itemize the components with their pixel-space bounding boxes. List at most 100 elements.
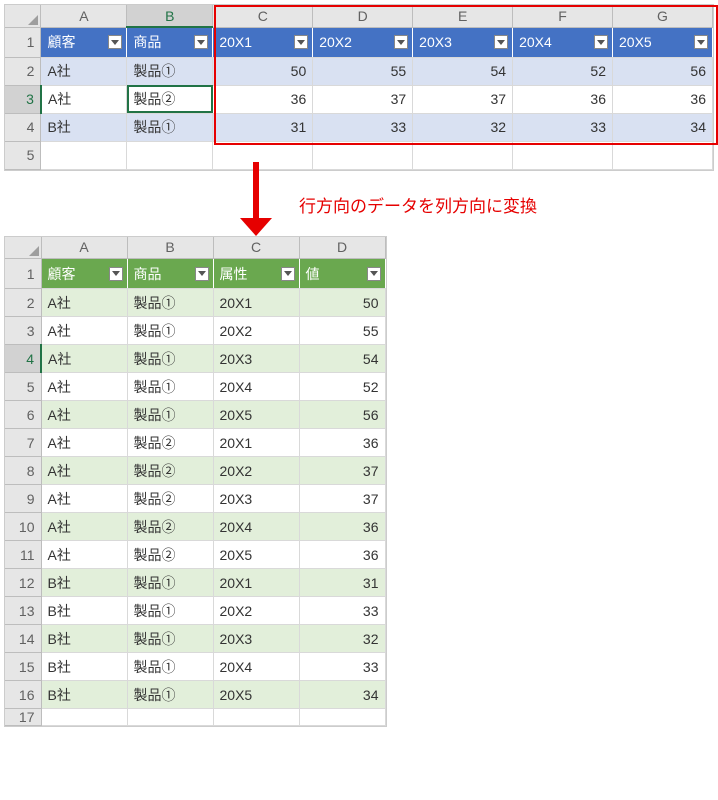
select-all-corner[interactable]: [5, 5, 41, 27]
cell[interactable]: 50: [299, 289, 385, 317]
cell[interactable]: 55: [313, 57, 413, 85]
select-all-corner[interactable]: [5, 237, 41, 259]
cell[interactable]: [213, 141, 313, 169]
cell[interactable]: 36: [299, 429, 385, 457]
cell[interactable]: B社: [41, 113, 127, 141]
filter-dropdown-icon[interactable]: [694, 35, 708, 49]
cell[interactable]: A社: [41, 345, 127, 373]
cell[interactable]: A社: [41, 541, 127, 569]
cell[interactable]: [513, 141, 613, 169]
filter-dropdown-icon[interactable]: [494, 35, 508, 49]
table-header-4[interactable]: 20X3: [413, 27, 513, 57]
cell[interactable]: 52: [513, 57, 613, 85]
cell[interactable]: 製品①: [127, 345, 213, 373]
cell[interactable]: [41, 141, 127, 169]
row-header-12[interactable]: 12: [5, 569, 41, 597]
cell[interactable]: 製品①: [127, 653, 213, 681]
filter-dropdown-icon[interactable]: [194, 35, 208, 49]
cell[interactable]: [127, 141, 213, 169]
cell[interactable]: 32: [299, 625, 385, 653]
cell[interactable]: A社: [41, 429, 127, 457]
cell[interactable]: 製品①: [127, 113, 213, 141]
cell[interactable]: 製品①: [127, 401, 213, 429]
col-header-D[interactable]: D: [313, 5, 413, 27]
cell[interactable]: 56: [613, 57, 713, 85]
cell[interactable]: 20X5: [213, 541, 299, 569]
row-header-14[interactable]: 14: [5, 625, 41, 653]
cell[interactable]: A社: [41, 57, 127, 85]
cell[interactable]: 製品②: [127, 457, 213, 485]
table-header-0[interactable]: 顧客: [41, 259, 127, 289]
cell[interactable]: [127, 709, 213, 726]
cell[interactable]: [313, 141, 413, 169]
cell[interactable]: 製品①: [127, 625, 213, 653]
col-header-G[interactable]: G: [613, 5, 713, 27]
row-header-9[interactable]: 9: [5, 485, 41, 513]
cell[interactable]: 製品①: [127, 681, 213, 709]
cell[interactable]: 製品②: [127, 429, 213, 457]
cell[interactable]: 54: [299, 345, 385, 373]
cell[interactable]: [213, 709, 299, 726]
cell[interactable]: 34: [299, 681, 385, 709]
cell[interactable]: 製品②: [127, 85, 213, 113]
row-header-1[interactable]: 1: [5, 27, 41, 57]
cell[interactable]: 20X3: [213, 345, 299, 373]
cell[interactable]: 36: [613, 85, 713, 113]
cell[interactable]: 31: [299, 569, 385, 597]
cell[interactable]: 56: [299, 401, 385, 429]
cell[interactable]: B社: [41, 681, 127, 709]
cell[interactable]: [413, 141, 513, 169]
cell[interactable]: 33: [299, 653, 385, 681]
cell[interactable]: 37: [299, 457, 385, 485]
cell[interactable]: B社: [41, 569, 127, 597]
cell[interactable]: A社: [41, 85, 127, 113]
cell[interactable]: 製品①: [127, 569, 213, 597]
table-header-5[interactable]: 20X4: [513, 27, 613, 57]
cell[interactable]: 20X4: [213, 653, 299, 681]
cell[interactable]: A社: [41, 485, 127, 513]
col-header-B[interactable]: B: [127, 237, 213, 259]
cell[interactable]: 20X2: [213, 317, 299, 345]
cell[interactable]: [41, 709, 127, 726]
top-spreadsheet[interactable]: ABCDEFG1顧客商品20X120X220X320X420X52A社製品①50…: [4, 4, 714, 171]
cell[interactable]: 製品①: [127, 289, 213, 317]
row-header-15[interactable]: 15: [5, 653, 41, 681]
cell[interactable]: 製品①: [127, 57, 213, 85]
cell[interactable]: 36: [299, 541, 385, 569]
cell[interactable]: 55: [299, 317, 385, 345]
cell[interactable]: 33: [313, 113, 413, 141]
cell[interactable]: 20X2: [213, 457, 299, 485]
filter-dropdown-icon[interactable]: [594, 35, 608, 49]
col-header-B[interactable]: B: [127, 5, 213, 27]
cell[interactable]: B社: [41, 597, 127, 625]
col-header-A[interactable]: A: [41, 5, 127, 27]
cell[interactable]: 37: [413, 85, 513, 113]
cell[interactable]: 20X2: [213, 597, 299, 625]
cell[interactable]: 製品①: [127, 317, 213, 345]
filter-dropdown-icon[interactable]: [394, 35, 408, 49]
cell[interactable]: A社: [41, 317, 127, 345]
cell[interactable]: A社: [41, 373, 127, 401]
cell[interactable]: 20X5: [213, 401, 299, 429]
cell[interactable]: A社: [41, 457, 127, 485]
cell[interactable]: 20X1: [213, 569, 299, 597]
col-header-E[interactable]: E: [413, 5, 513, 27]
cell[interactable]: 製品②: [127, 541, 213, 569]
row-header-7[interactable]: 7: [5, 429, 41, 457]
cell[interactable]: 製品②: [127, 485, 213, 513]
row-header-16[interactable]: 16: [5, 681, 41, 709]
cell[interactable]: 製品①: [127, 597, 213, 625]
cell[interactable]: 製品②: [127, 513, 213, 541]
row-header-6[interactable]: 6: [5, 401, 41, 429]
filter-dropdown-icon[interactable]: [109, 267, 123, 281]
cell[interactable]: A社: [41, 513, 127, 541]
row-header-4[interactable]: 4: [5, 345, 41, 373]
cell[interactable]: A社: [41, 289, 127, 317]
cell[interactable]: 20X4: [213, 373, 299, 401]
cell[interactable]: 37: [313, 85, 413, 113]
col-header-A[interactable]: A: [41, 237, 127, 259]
row-header-17[interactable]: 17: [5, 709, 41, 726]
cell[interactable]: 20X4: [213, 513, 299, 541]
row-header-5[interactable]: 5: [5, 141, 41, 169]
row-header-5[interactable]: 5: [5, 373, 41, 401]
